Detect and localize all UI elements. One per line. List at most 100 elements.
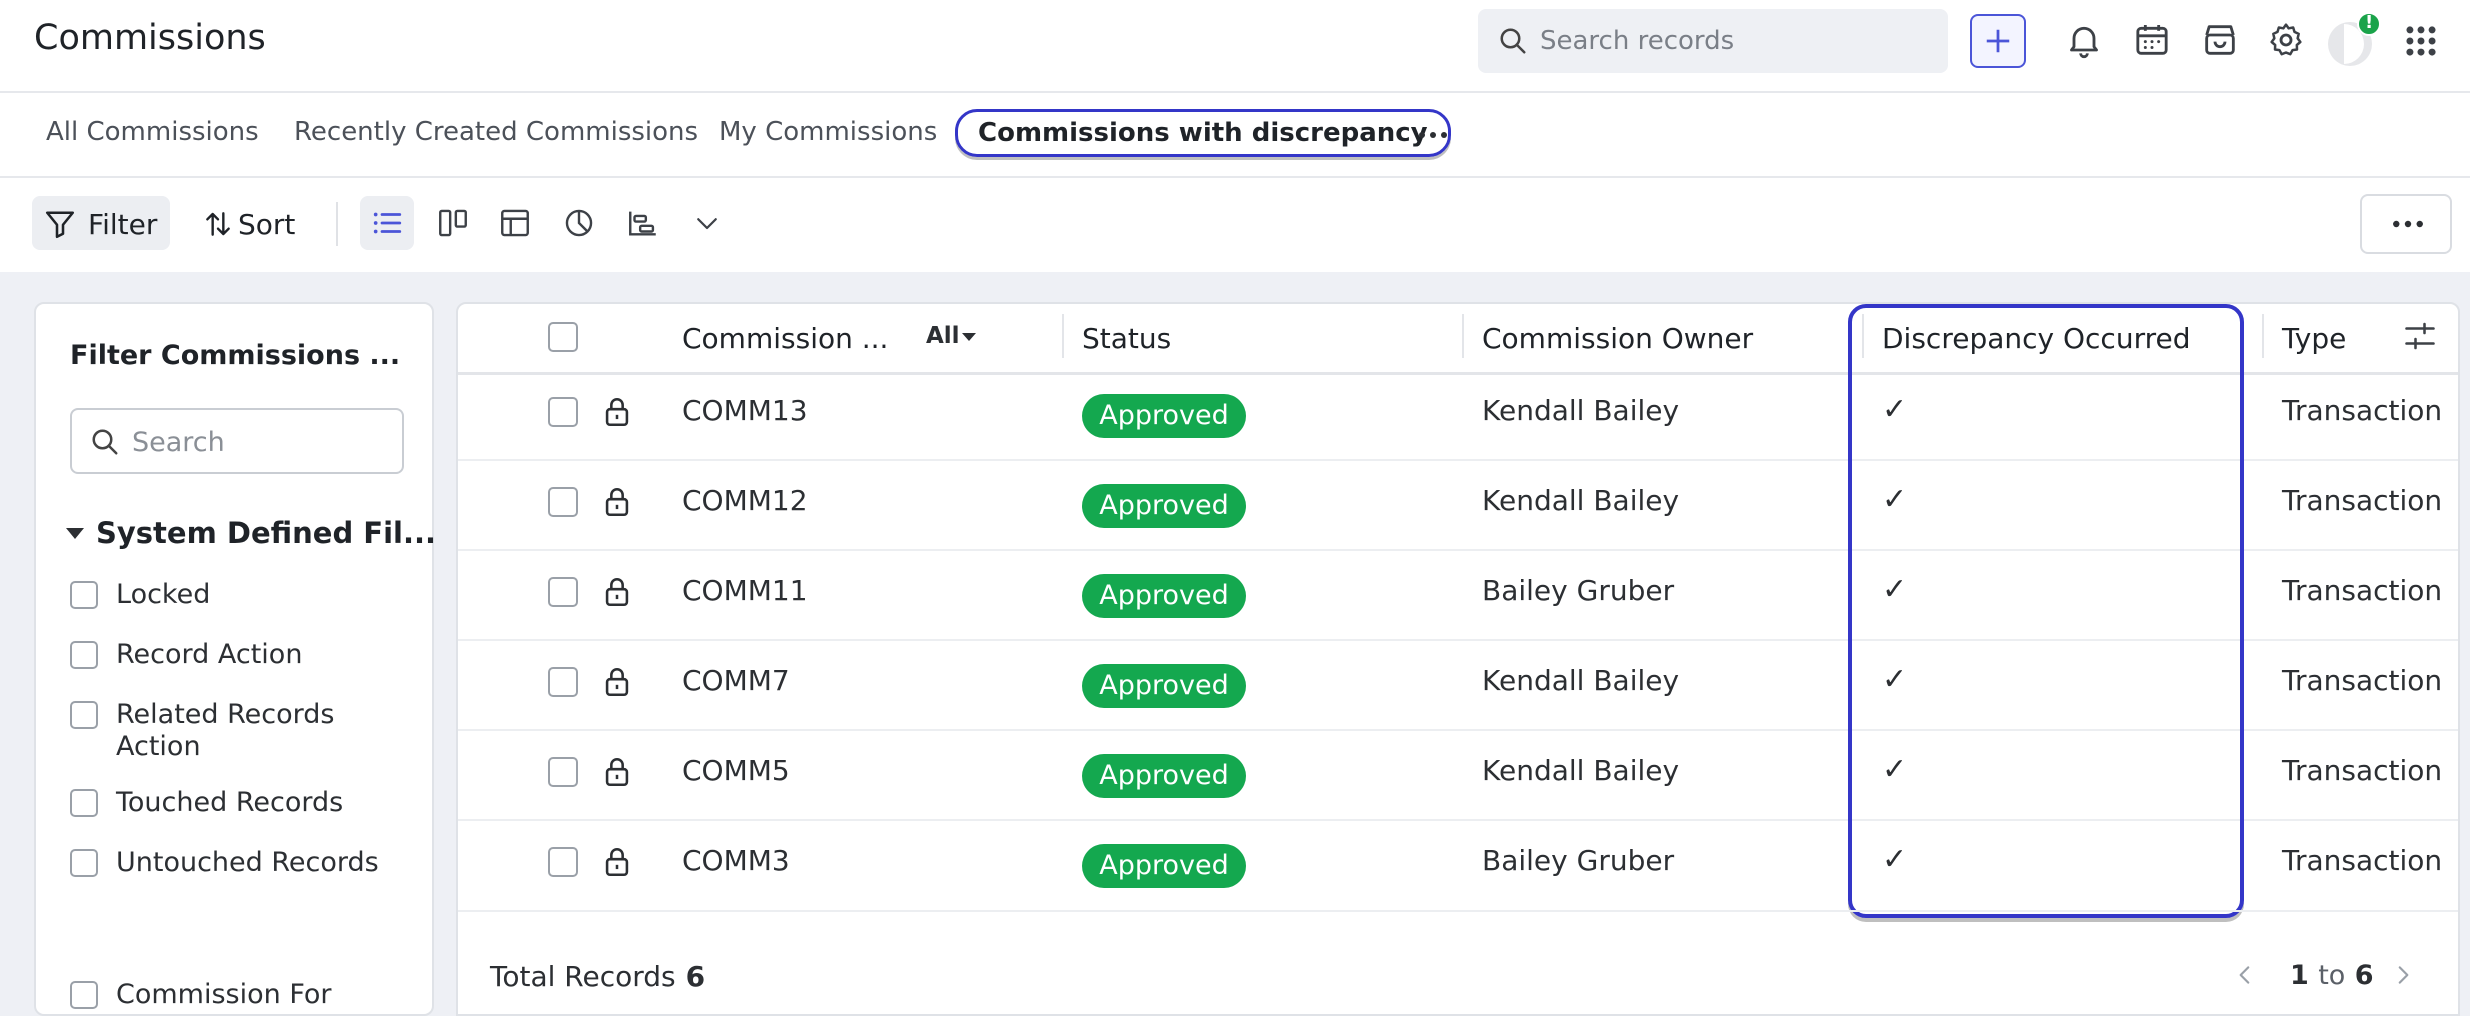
filter-panel-title: Filter Commissions ... (70, 340, 401, 371)
filter-checkbox-record-action[interactable] (70, 641, 98, 669)
filter-checkbox-locked[interactable] (70, 581, 98, 609)
avatar[interactable]: ! (2322, 12, 2382, 72)
more-tabs-icon[interactable] (1418, 124, 1448, 146)
more-icon (2392, 214, 2424, 234)
lock-icon (600, 755, 634, 789)
commission-type: Transaction (2282, 574, 2443, 607)
commission-id[interactable]: COMM11 (682, 574, 808, 607)
total-records: Total Records 6 (490, 960, 705, 993)
calendar-icon[interactable] (2132, 20, 2172, 60)
commission-owner[interactable]: Bailey Gruber (1482, 574, 1674, 607)
row-checkbox[interactable] (548, 397, 578, 427)
apps-grid-icon[interactable] (2402, 22, 2440, 60)
filter-label-touched-records: Touched Records (116, 787, 344, 818)
table-view-button[interactable] (488, 196, 542, 250)
timeline-view-icon (626, 206, 660, 240)
list-view-icon (370, 206, 404, 240)
filter-label-related-records-action: Related Records Action (116, 699, 335, 762)
column-header-commission-name[interactable]: Commission ... (682, 322, 888, 355)
search-icon (90, 427, 120, 457)
filter-checkbox-commission-for[interactable] (70, 981, 98, 1009)
commission-owner[interactable]: Kendall Bailey (1482, 394, 1679, 427)
toolbar-separator (336, 202, 338, 246)
name-filter-dropdown[interactable]: All (926, 323, 960, 349)
select-all-checkbox[interactable] (548, 322, 578, 352)
tab-my-commissions[interactable]: My Commissions (719, 117, 937, 147)
status-badge: Approved (1082, 664, 1246, 708)
lock-icon (600, 665, 634, 699)
kanban-view-icon (436, 206, 470, 240)
collapse-caret-icon[interactable] (66, 528, 84, 539)
more-actions-button[interactable] (2360, 194, 2452, 254)
status-badge: Approved (1082, 394, 1246, 438)
sort-icon (202, 208, 234, 240)
filter-search-input[interactable]: Search (70, 408, 404, 474)
filter-checkbox-touched-records[interactable] (70, 789, 98, 817)
kanban-view-button[interactable] (426, 196, 480, 250)
filter-icon (42, 206, 78, 242)
commission-type: Transaction (2282, 844, 2443, 877)
commission-id[interactable]: COMM12 (682, 484, 808, 517)
table-footer-divider (458, 910, 2458, 912)
table-view-icon (498, 206, 532, 240)
lock-icon (600, 845, 634, 879)
commission-type: Transaction (2282, 394, 2443, 427)
filter-checkbox-related-records-action[interactable] (70, 701, 98, 729)
filter-checkbox-untouched-records[interactable] (70, 849, 98, 877)
column-separator (1462, 314, 1464, 358)
commission-owner[interactable]: Kendall Bailey (1482, 664, 1679, 697)
commission-owner[interactable]: Bailey Gruber (1482, 844, 1674, 877)
gear-icon[interactable] (2266, 20, 2306, 60)
commission-id[interactable]: COMM3 (682, 844, 790, 877)
row-checkbox[interactable] (548, 667, 578, 697)
pagination-range: 1 to 6 (2290, 960, 2374, 991)
commission-id[interactable]: COMM5 (682, 754, 790, 787)
global-search-input[interactable]: Search records (1478, 9, 1948, 73)
tab-all-commissions[interactable]: All Commissions (46, 117, 259, 147)
row-checkbox[interactable] (548, 487, 578, 517)
commission-id[interactable]: COMM7 (682, 664, 790, 697)
search-placeholder: Search records (1540, 26, 1735, 56)
column-header-status[interactable]: Status (1082, 322, 1171, 355)
column-separator (2262, 314, 2264, 358)
notification-badge: ! (2365, 12, 2374, 33)
create-button[interactable] (1970, 14, 2026, 68)
lock-icon (600, 485, 634, 519)
row-checkbox[interactable] (548, 577, 578, 607)
column-header-owner[interactable]: Commission Owner (1482, 322, 1753, 355)
app-title: Commissions (34, 18, 266, 58)
sort-label: Sort (238, 208, 296, 241)
commission-type: Transaction (2282, 754, 2443, 787)
header-divider (0, 91, 2470, 93)
list-view-button[interactable] (360, 196, 414, 250)
chart-view-button[interactable] (552, 196, 606, 250)
commission-id[interactable]: COMM13 (682, 394, 808, 427)
system-defined-filters-title[interactable]: System Defined Fil... (96, 516, 436, 550)
discrepancy-column-highlight (1848, 304, 2244, 918)
dropdown-caret-icon[interactable] (962, 333, 976, 341)
column-settings-icon[interactable] (2402, 318, 2438, 354)
tab-recently-created[interactable]: Recently Created Commissions (294, 117, 698, 147)
search-icon (1498, 26, 1528, 56)
lock-icon (600, 575, 634, 609)
filter-button[interactable]: Filter (32, 196, 170, 250)
chevron-right-icon[interactable] (2390, 958, 2416, 992)
column-header-type[interactable]: Type (2282, 322, 2346, 355)
range-start: 1 (2290, 960, 2309, 991)
status-badge: Approved (1082, 574, 1246, 618)
filter-label-record-action: Record Action (116, 639, 303, 670)
tab-commissions-with-discrepancy[interactable]: Commissions with discrepancy (955, 109, 1451, 157)
bell-icon[interactable] (2064, 20, 2104, 60)
status-badge: Approved (1082, 754, 1246, 798)
commission-owner[interactable]: Kendall Bailey (1482, 754, 1679, 787)
timeline-view-button[interactable] (616, 196, 670, 250)
commission-owner[interactable]: Kendall Bailey (1482, 484, 1679, 517)
row-checkbox[interactable] (548, 757, 578, 787)
chevron-left-icon[interactable] (2232, 958, 2258, 992)
row-checkbox[interactable] (548, 847, 578, 877)
store-icon[interactable] (2200, 20, 2240, 60)
range-end: 6 (2354, 960, 2374, 991)
commission-type: Transaction (2282, 484, 2443, 517)
commission-type: Transaction (2282, 664, 2443, 697)
more-views-button[interactable] (680, 196, 734, 250)
